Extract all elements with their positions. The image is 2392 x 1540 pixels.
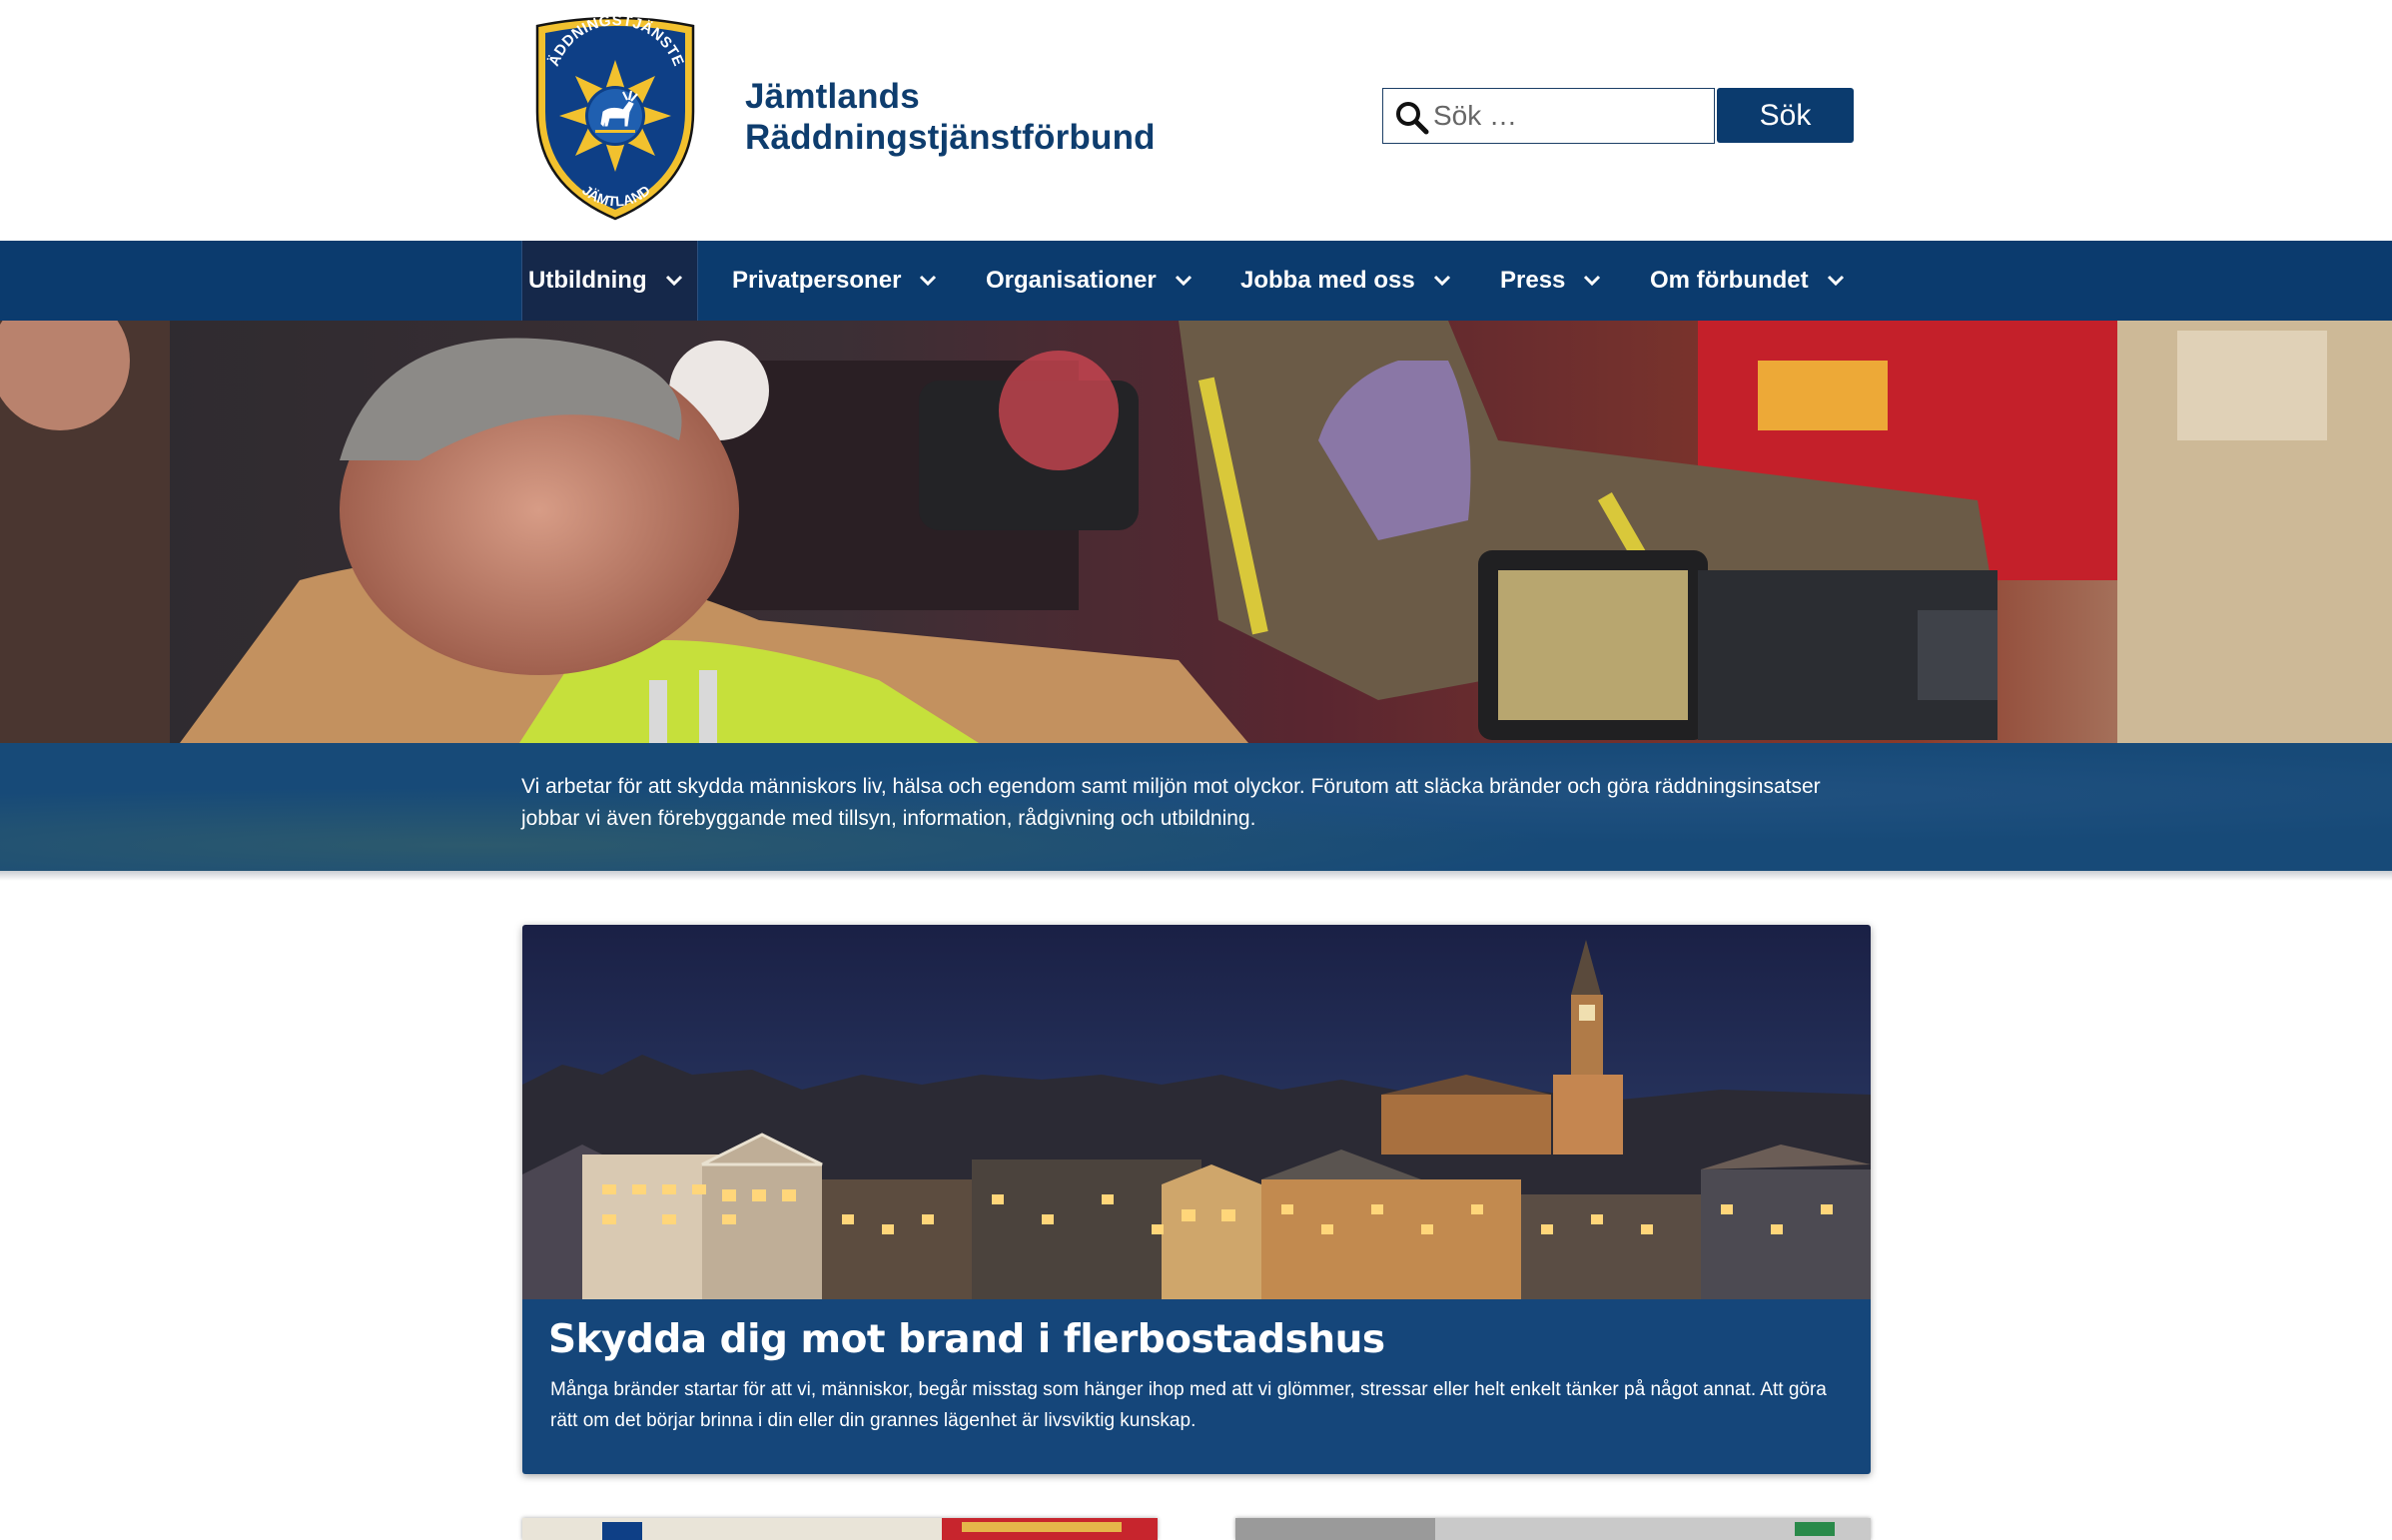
chevron-down-icon [1433,275,1450,287]
chevron-down-icon [665,275,682,287]
nav-item-label: Organisationer [986,267,1157,294]
card-preview-2-photo [1235,1518,1871,1540]
chevron-down-icon [1827,275,1844,287]
nav-item-label: Om förbundet [1650,267,1809,294]
nav-item-press[interactable]: Press [1500,241,1601,321]
main-navigation: Utbildning Privatpersoner Organisationer… [0,241,2392,321]
search-icon [1396,102,1429,135]
feature-photo-night-city [522,925,1871,1299]
hero-shadow [0,871,2392,881]
card-preview-2[interactable] [1235,1518,1871,1540]
nav-item-utbildning[interactable]: Utbildning [521,241,698,321]
nav-item-organisationer[interactable]: Organisationer [986,241,1193,321]
search-field [1382,88,1715,144]
chevron-down-icon [920,275,937,287]
hero-photo-firefighters [0,321,2392,743]
nav-item-label: Jobba med oss [1240,267,1415,294]
site-title-line-1: Jämtlands [745,77,920,116]
chevron-down-icon [1175,275,1192,287]
nav-item-label: Privatpersoner [732,267,902,294]
feature-text: Många bränder startar för att vi, männis… [550,1379,1827,1431]
site-header: RÄDDNINGSTJÄNSTEN JÄMTLAND Jämtlands Räd… [0,0,2392,241]
emblem-shield-icon[interactable]: RÄDDNINGSTJÄNSTEN JÄMTLAND [529,16,701,223]
hero-intro-text: Vi arbetar för att skydda människors liv… [521,775,1821,830]
search-button[interactable]: Sök [1717,88,1854,143]
site-title[interactable]: Jämtlands Räddningstjänstförbund [745,76,1156,158]
card-preview-1-photo [522,1518,1158,1540]
search-input[interactable] [1433,89,1711,142]
card-preview-1[interactable] [522,1518,1158,1540]
nav-item-privatpersoner[interactable]: Privatpersoner [732,241,937,321]
feature-card[interactable]: Skydda dig mot brand i flerbostadshus Må… [522,925,1871,1474]
chevron-down-icon [1584,275,1601,287]
nav-item-label: Utbildning [528,267,647,294]
nav-item-label: Press [1500,267,1566,294]
hero-banner: Vi arbetar för att skydda människors liv… [0,321,2392,871]
feature-title[interactable]: Skydda dig mot brand i flerbostadshus [548,1317,1385,1362]
nav-item-jobba-med-oss[interactable]: Jobba med oss [1240,241,1451,321]
nav-item-om-forbundet[interactable]: Om förbundet [1650,241,1845,321]
site-title-line-2: Räddningstjänstförbund [745,118,1156,157]
